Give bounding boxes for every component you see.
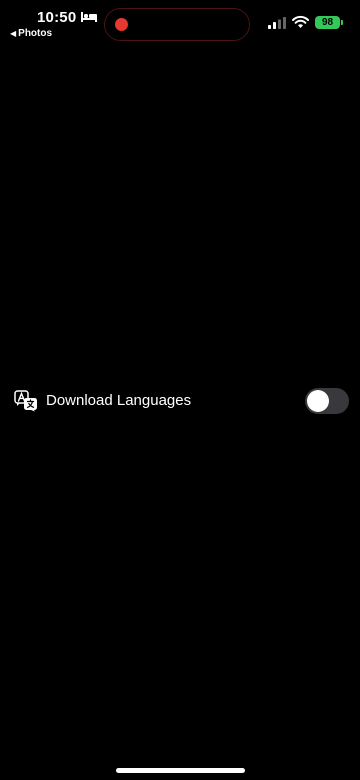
back-link-label: Photos — [18, 28, 53, 39]
battery-indicator: 98 — [315, 16, 340, 29]
back-to-photos-link[interactable]: ◀ Photos — [10, 28, 52, 39]
battery-level: 98 — [321, 17, 334, 28]
recording-indicator-icon — [115, 18, 128, 31]
sleep-focus-icon — [81, 12, 97, 22]
dynamic-island[interactable] — [104, 8, 250, 41]
wifi-icon — [292, 15, 309, 28]
translate-icon — [14, 390, 37, 412]
download-languages-row: Download Languages — [0, 384, 360, 418]
download-languages-label: Download Languages — [46, 392, 192, 409]
toggle-knob — [307, 390, 329, 412]
status-time: 10:50 — [37, 9, 77, 26]
download-languages-toggle[interactable] — [305, 388, 349, 414]
screen: 10:50 ◀ Photos 98 Download Languages — [0, 0, 360, 780]
home-indicator[interactable] — [116, 768, 245, 773]
back-arrow-icon: ◀ — [10, 29, 17, 38]
battery-cap — [341, 20, 343, 25]
cellular-signal-icon — [268, 17, 286, 29]
